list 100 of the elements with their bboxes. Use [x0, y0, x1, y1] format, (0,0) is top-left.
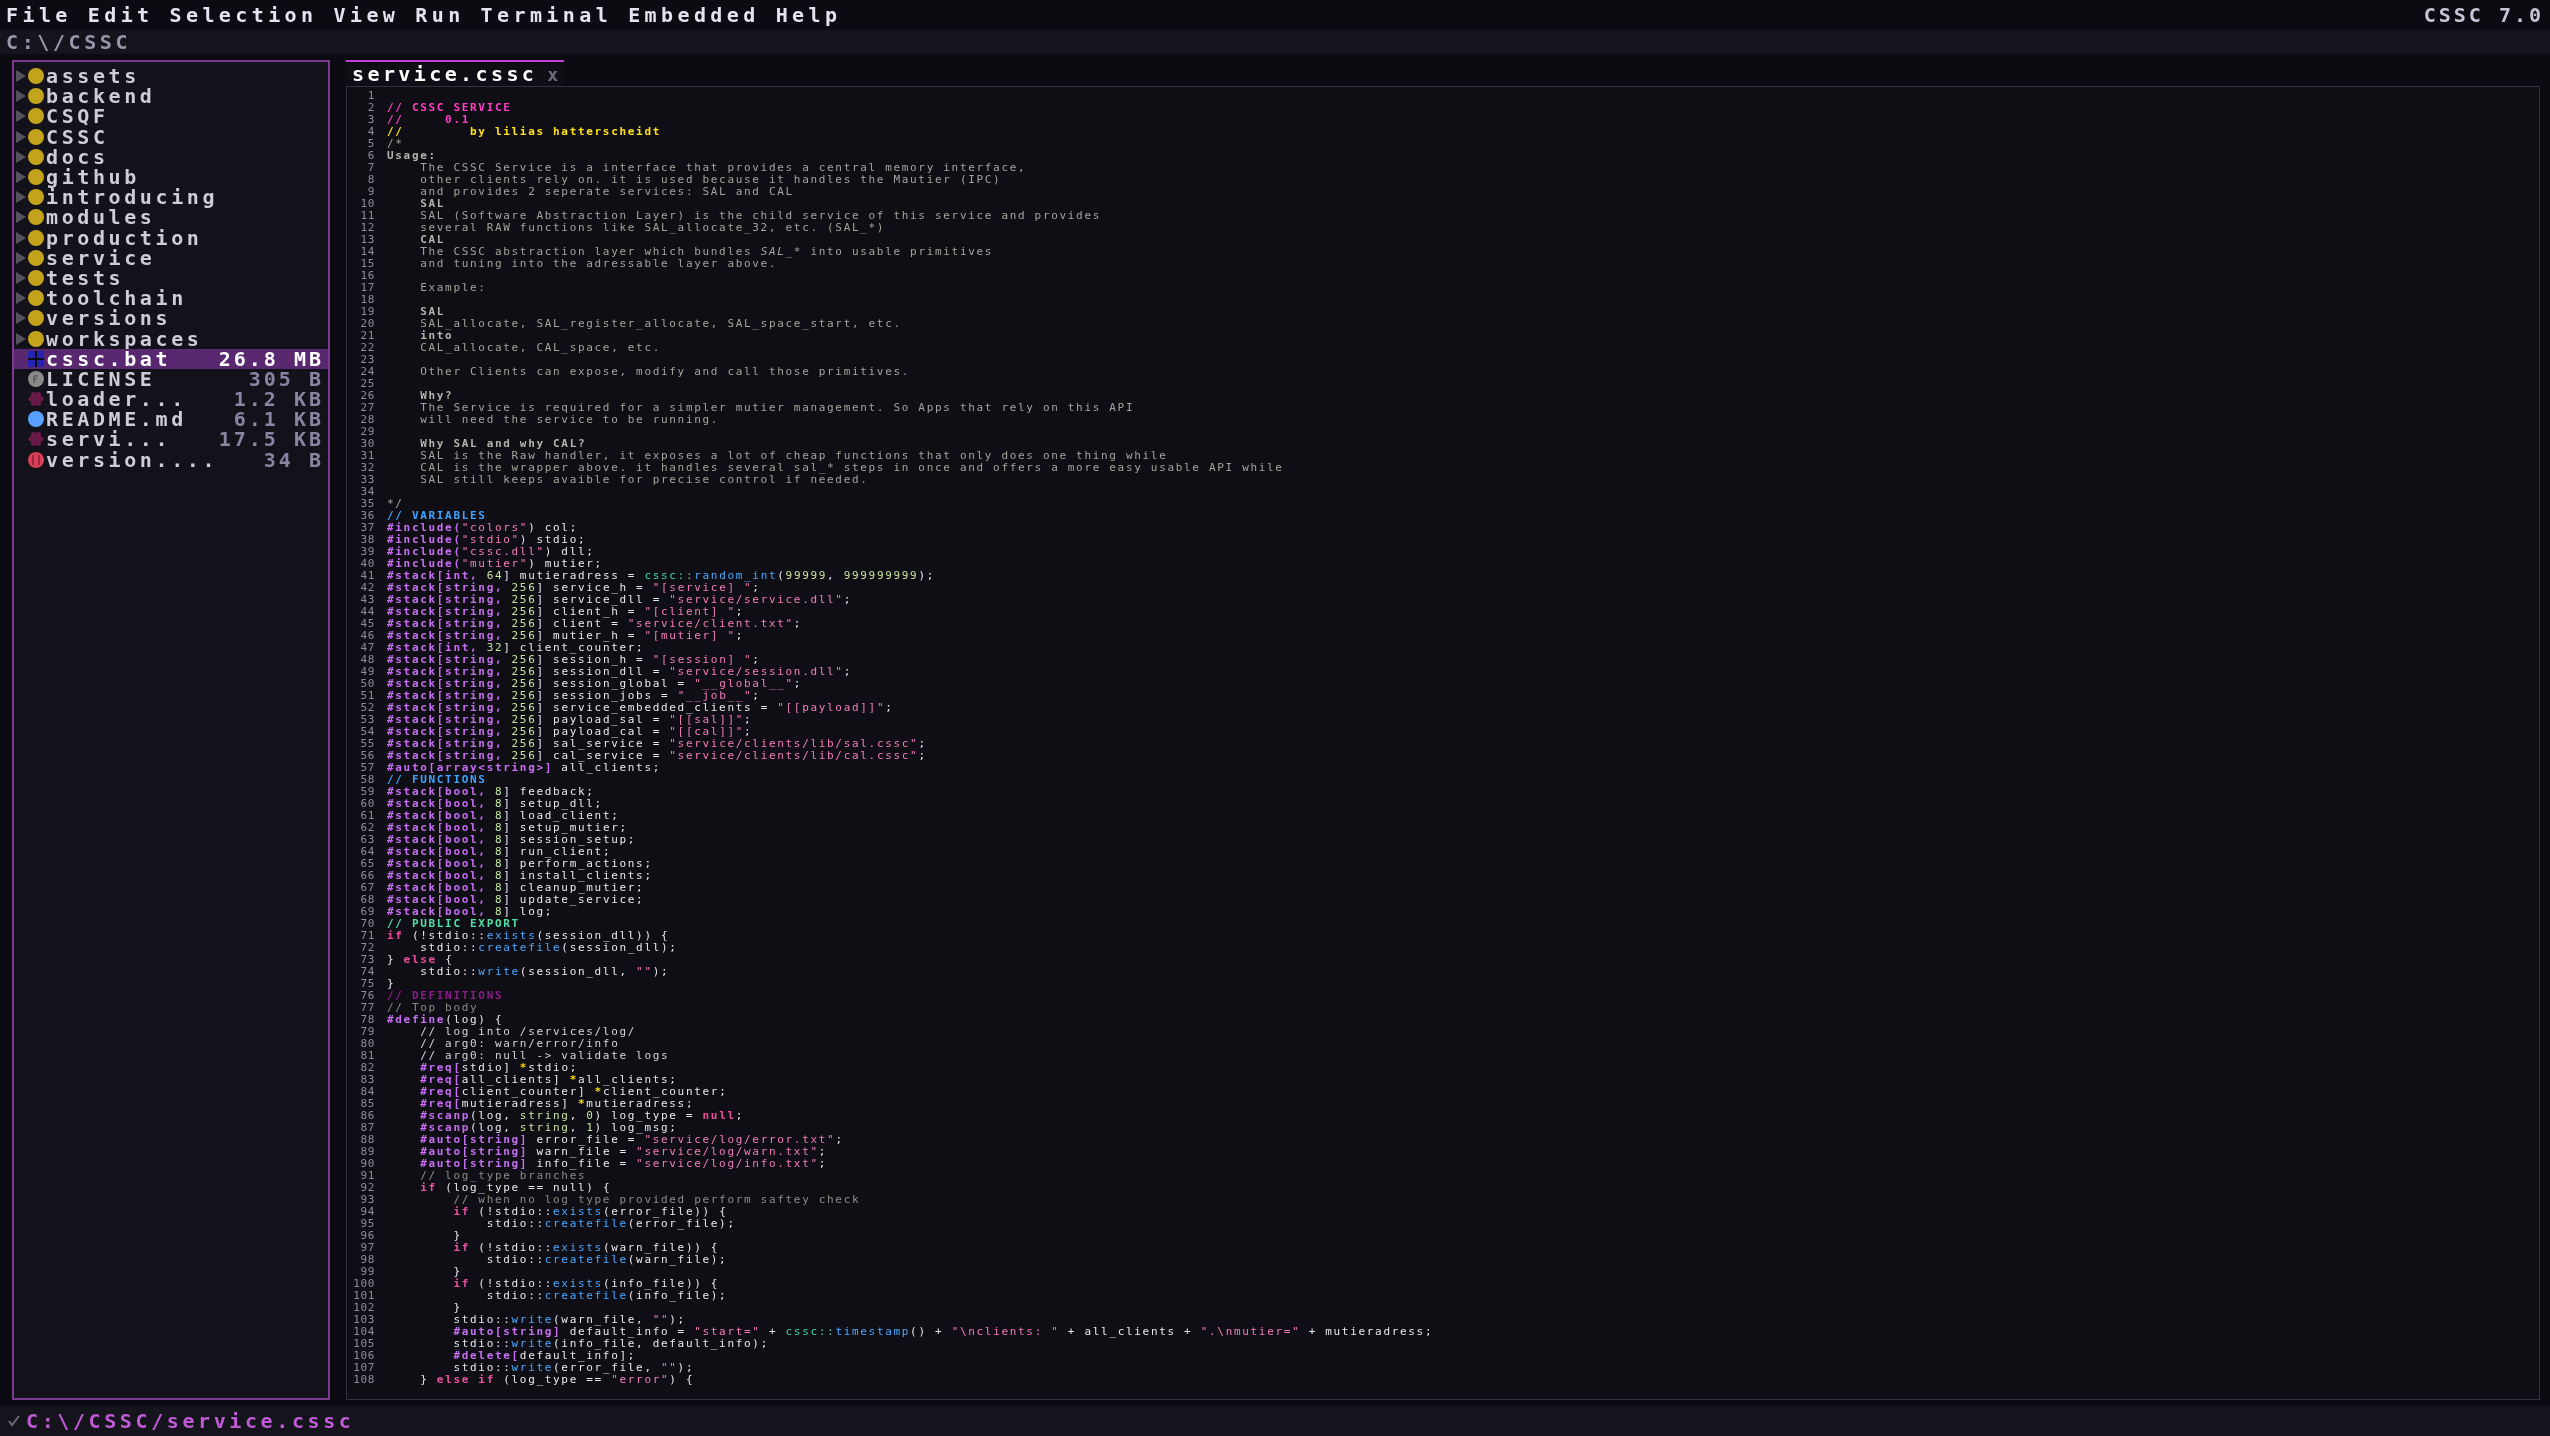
- file-row[interactable]: tests: [14, 267, 328, 289]
- file-row[interactable]: CSQF: [14, 106, 328, 127]
- file-name: toolchain: [46, 288, 188, 309]
- code-line: and provides 2 seperate services: SAL and CAL: [419, 186, 794, 198]
- file-size: 34 B: [263, 449, 324, 470]
- file-row[interactable]: CSSC: [14, 126, 328, 147]
- brackets-icon: [28, 451, 44, 468]
- code-line: #stack[bool, 8] perform_actions;: [387, 858, 653, 870]
- folder-dot-icon: [28, 189, 44, 206]
- code-line: // when no log type provided perform saftey check: [453, 1194, 861, 1206]
- file-name: production: [46, 227, 204, 248]
- caret-icon: [16, 70, 26, 83]
- file-row[interactable]: github: [14, 166, 328, 188]
- line-number: 31: [359, 450, 375, 462]
- dot-icon: [28, 411, 44, 428]
- menu-item[interactable]: Help: [775, 3, 842, 27]
- file-size: 26.8 MB: [218, 348, 324, 369]
- file-row[interactable]: docs: [14, 146, 328, 167]
- file-row[interactable]: assets: [14, 66, 328, 87]
- line-number: 38: [359, 534, 375, 546]
- line-number: 23: [359, 354, 375, 366]
- file-row[interactable]: versions: [14, 308, 328, 329]
- file-name: github: [46, 167, 140, 188]
- line-number: 3: [366, 114, 375, 126]
- code-line: #stack[bool, 8] install_clients;: [387, 870, 653, 882]
- caret-icon: [16, 211, 26, 224]
- file-row[interactable]: modules: [14, 207, 328, 228]
- line-number: 105: [352, 1338, 375, 1350]
- file-row[interactable]: README.md 6.1 KB: [14, 409, 328, 430]
- file-row[interactable]: LICENSE 305 B: [14, 368, 328, 389]
- menu-item[interactable]: Run: [415, 3, 465, 27]
- caret-icon: [16, 191, 26, 204]
- folder-dot-icon: [28, 148, 44, 165]
- code-line: if (log_type == null) {: [419, 1182, 612, 1194]
- line-number: 37: [359, 522, 375, 534]
- line-number: 60: [359, 798, 375, 810]
- file-row[interactable]: production: [14, 227, 328, 248]
- file-row[interactable]: version.... 34 B: [14, 449, 328, 470]
- line-number: 91: [359, 1170, 375, 1182]
- menu-item[interactable]: View: [333, 3, 400, 27]
- code-line: #stack[string, 256] session_global = "__global__";: [387, 678, 803, 690]
- line-number: 49: [359, 666, 375, 678]
- code-line: #stack[string, 256] session_h = "[session] ";: [387, 654, 761, 666]
- file-row[interactable]: workspaces: [14, 328, 328, 349]
- code-editor[interactable]: [346, 86, 2540, 1400]
- code-line: // PUBLIC EXPORT: [387, 918, 520, 930]
- code-line: stdio::write(warn_file, "");: [452, 1314, 686, 1326]
- code-line: #define(log) {: [387, 1014, 504, 1026]
- code-line: #stack[string, 256] service_h = "[service] ";: [387, 582, 761, 594]
- file-name: CSSC: [46, 126, 110, 147]
- file-name: workspaces: [46, 328, 204, 349]
- caret-icon: [16, 90, 26, 103]
- menu-item[interactable]: File: [6, 3, 72, 27]
- line-number: 84: [359, 1086, 375, 1098]
- menu-item[interactable]: Selection: [169, 3, 318, 27]
- code-line: #stack[string, 256] session_dll = "service/session.dll";: [387, 666, 852, 678]
- code-line: if (!stdio::exists(info_file)) {: [452, 1278, 720, 1290]
- line-number: 101: [352, 1290, 375, 1302]
- code-line: #stack[string, 256] cal_service = "service/clients/lib/cal.cssc";: [387, 750, 927, 762]
- line-number: 4: [366, 126, 375, 138]
- line-number: 80: [359, 1038, 375, 1050]
- line-number: 39: [359, 546, 375, 558]
- folder-dot-icon: [28, 310, 44, 327]
- menu-item[interactable]: Edit: [87, 3, 154, 27]
- menu-item[interactable]: Terminal: [480, 3, 613, 27]
- menu-item[interactable]: Embedded: [628, 3, 760, 27]
- folder-dot-icon: [28, 290, 44, 307]
- folder-dot-icon: [28, 249, 44, 266]
- line-number: 65: [359, 858, 375, 870]
- folder-dot-icon: [28, 330, 44, 347]
- line-number: 46: [359, 630, 375, 642]
- line-number: 56: [359, 750, 375, 762]
- line-number: 27: [359, 402, 375, 414]
- code-line: // 0.1: [387, 114, 471, 126]
- line-number: 13: [359, 234, 375, 246]
- file-name: assets: [46, 66, 140, 87]
- code-line: The CSSC abstraction layer which bundles SAL_* into usable primitives: [419, 246, 994, 258]
- line-number: 35: [359, 498, 375, 510]
- code-line: if (!stdio::exists(session_dll)) {: [387, 930, 670, 942]
- line-number: 62: [359, 822, 375, 834]
- line-number: 57: [359, 762, 375, 774]
- code-line: if (!stdio::exists(warn_file)) {: [452, 1242, 720, 1254]
- file-row[interactable]: introducing: [14, 187, 328, 208]
- code-line: #stack[string, 256] service_embedded_clients = "[[payload]]";: [387, 702, 894, 714]
- code-line: // log_type branches: [419, 1170, 587, 1182]
- code-line: #req[all_clients] *all_clients;: [419, 1074, 678, 1086]
- line-number: 29: [359, 426, 375, 438]
- file-row[interactable]: toolchain: [14, 288, 328, 309]
- line-number: 67: [359, 882, 375, 894]
- code-line: }: [452, 1302, 462, 1314]
- caret-icon: [16, 332, 26, 345]
- file-row[interactable]: backend: [14, 86, 328, 107]
- close-icon[interactable]: x: [547, 63, 559, 85]
- line-number: 40: [359, 558, 375, 570]
- folder-dot-icon: [28, 229, 44, 246]
- code-line: #include("colors") col;: [387, 522, 578, 534]
- file-row[interactable]: cssc.bat 26.8 MB: [14, 348, 328, 369]
- code-line: #stack[bool, 8] load_client;: [387, 810, 620, 822]
- file-row[interactable]: loader... 1.2 KB: [14, 389, 328, 410]
- file-row[interactable]: servi... 17.5 KB: [14, 429, 328, 450]
